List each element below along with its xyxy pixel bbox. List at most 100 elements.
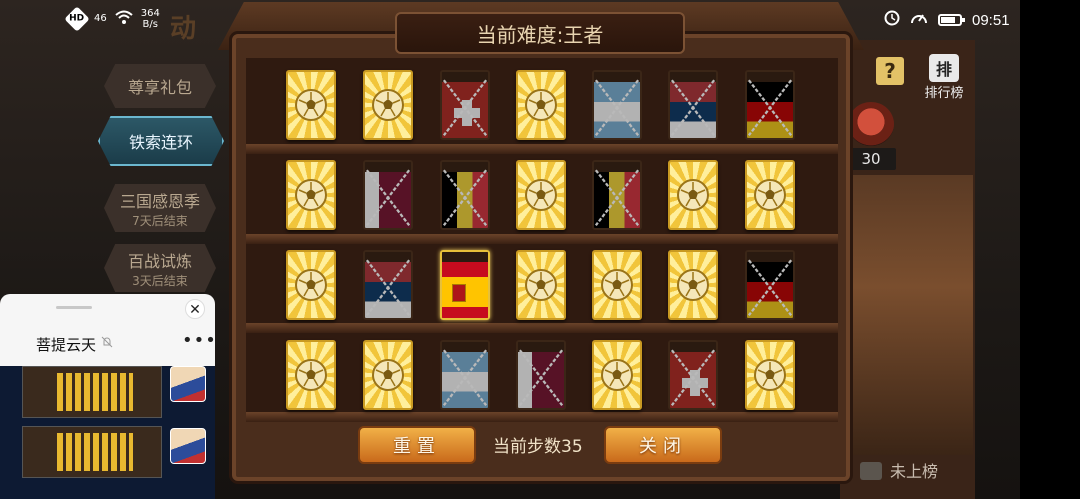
soccer-ball-icon [601,269,633,301]
card-hidden[interactable] [745,160,795,230]
soccer-ball-icon [525,269,557,301]
card-hidden[interactable] [668,160,718,230]
close-icon[interactable]: ✕ [185,299,205,319]
card-flag-argentina[interactable] [592,70,642,140]
treasure-chest-icon[interactable] [848,102,894,146]
soccer-ball-icon [601,359,633,391]
chat-messages [0,366,215,499]
card-hidden[interactable] [516,250,566,320]
card-flag-belgium[interactable] [440,160,490,230]
rank-icon [860,462,882,480]
menu-item-premium-pack[interactable]: 尊享礼包 [104,64,216,108]
alarm-icon [884,10,900,30]
side-scene [845,175,973,455]
leaderboard-button[interactable]: 排 排行榜 [922,54,966,101]
avatar[interactable] [170,428,206,464]
hd-icon: HD [64,6,90,32]
menu-item-chain-link[interactable]: 铁索连环 [98,116,224,166]
chest-count: 30 [846,148,896,170]
card-flag-spain[interactable] [440,250,490,320]
chain-lock-icon [670,79,716,137]
image-thumbnail[interactable] [22,366,162,418]
help-button[interactable]: ? [876,57,904,85]
leaderboard-label: 排行榜 [924,86,964,101]
soccer-ball-icon [754,359,786,391]
chain-lock-icon [442,349,488,407]
shelf [246,412,838,422]
soccer-ball-icon [372,89,404,121]
net-speed: 364 B/s [140,8,160,30]
battery-icon [938,14,965,26]
card-flag-serbia[interactable] [668,70,718,140]
card-flag-switzerland[interactable] [668,340,718,410]
mute-icon [101,336,113,351]
soccer-ball-icon [372,359,404,391]
chain-lock-icon [747,259,793,317]
floating-window-header[interactable]: ✕ 菩提云天 ••• [0,294,217,366]
card-hidden[interactable] [668,250,718,320]
card-hidden[interactable] [745,340,795,410]
floating-chat-window[interactable]: ✕ 菩提云天 ••• [0,294,217,499]
card-flag-serbia[interactable] [363,250,413,320]
menu-item-countdown: 7天后结束 [132,213,188,228]
soccer-ball-icon [295,269,327,301]
card-flag-belgium[interactable] [592,160,642,230]
wifi-icon [115,10,133,28]
chain-lock-icon [670,349,716,407]
menu-item-label: 铁索连环 [128,133,193,152]
chain-lock-icon [518,349,564,407]
avatar[interactable] [170,366,206,402]
step-counter: 当前步数35 [493,437,583,457]
card-flag-switzerland[interactable] [440,70,490,140]
image-thumbnail[interactable] [22,426,162,478]
card-flag-germany[interactable] [745,250,795,320]
soccer-ball-icon [295,89,327,121]
soccer-ball-icon [295,179,327,211]
chain-lock-icon [747,79,793,137]
chain-lock-icon [594,169,640,227]
card-flag-qatar[interactable] [363,160,413,230]
card-hidden[interactable] [286,160,336,230]
more-options-icon[interactable]: ••• [182,330,217,351]
drag-handle[interactable] [56,306,92,309]
chain-lock-icon [442,169,488,227]
soccer-ball-icon [295,359,327,391]
menu-item-thanksgiving[interactable]: 三国感恩季 7天后结束 [104,184,216,232]
status-bar: HD 46 364 B/s 09:51 [0,0,1080,40]
card-flag-qatar[interactable] [516,340,566,410]
card-flag-germany[interactable] [745,70,795,140]
card-hidden[interactable] [363,70,413,140]
card-frame [442,252,488,262]
card-hidden[interactable] [516,70,566,140]
chain-lock-icon [365,259,411,317]
clock: 09:51 [972,11,1010,29]
menu-item-label: 百战试炼 [127,251,192,271]
rank-status: 未上榜 [860,458,938,482]
menu-item-label: 三国感恩季 [119,191,200,211]
soccer-ball-icon [677,269,709,301]
speedometer-icon [910,10,928,30]
shelf [246,144,838,154]
close-button[interactable]: 关闭 [604,426,722,464]
signal-icon: 46 [94,13,107,24]
shelf [246,323,838,333]
chain-lock-icon [594,79,640,137]
card-hidden[interactable] [516,160,566,230]
soccer-ball-icon [677,179,709,211]
soccer-ball-icon [525,89,557,121]
card-flag-argentina[interactable] [440,340,490,410]
menu-item-countdown: 3天后结束 [132,273,188,288]
card-hidden[interactable] [286,250,336,320]
card-hidden[interactable] [363,340,413,410]
chain-lock-icon [442,79,488,137]
reset-button[interactable]: 重置 [358,426,476,464]
menu-item-trial[interactable]: 百战试炼 3天后结束 [104,244,216,292]
navigation-bar [1020,0,1080,499]
card-hidden[interactable] [286,70,336,140]
spain-flag-icon [442,262,488,318]
card-hidden[interactable] [592,340,642,410]
card-hidden[interactable] [286,340,336,410]
card-hidden[interactable] [592,250,642,320]
soccer-ball-icon [754,179,786,211]
menu-item-label: 尊享礼包 [127,78,192,97]
